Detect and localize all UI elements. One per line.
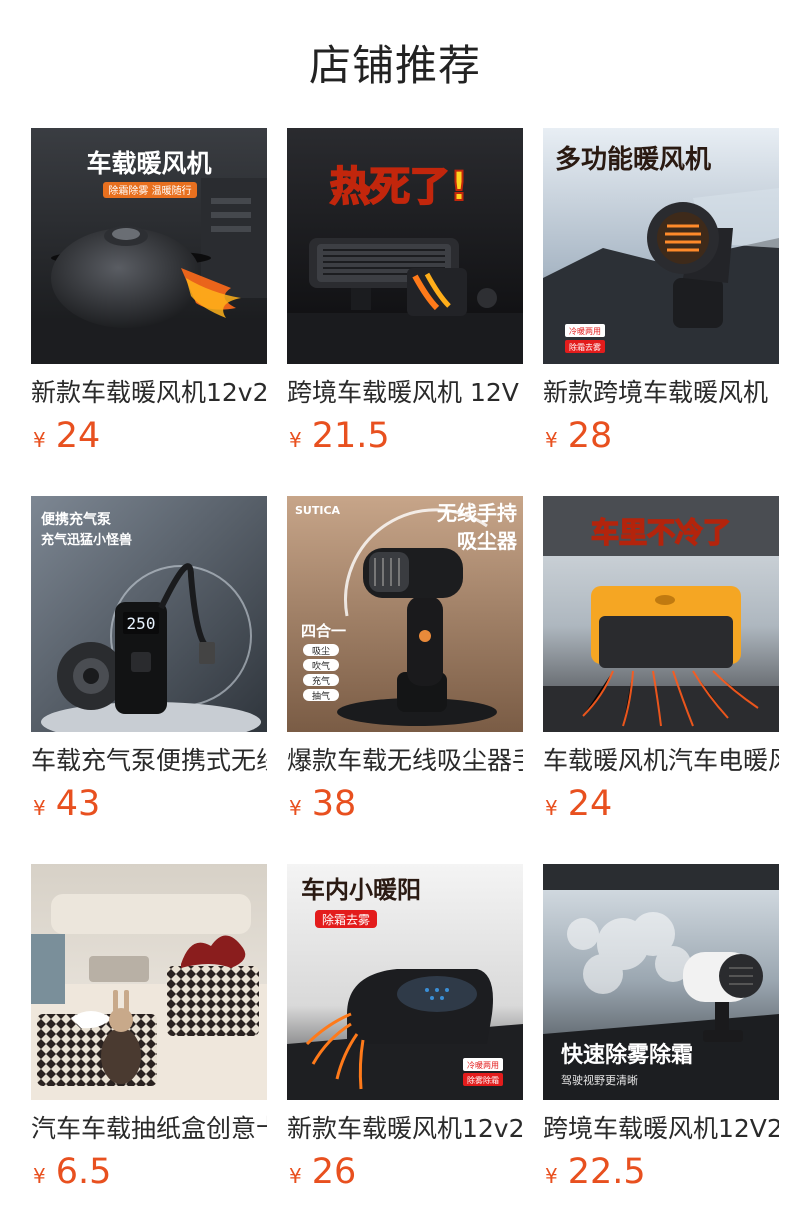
price-value: 43 (55, 784, 101, 824)
product-image-heater[interactable]: 车内小暖阳 除霜去雾 冷暖两用 除雾除霜 (287, 864, 523, 1100)
product-name[interactable]: 新款跨境车载暖风机 (543, 376, 779, 410)
currency-symbol: ¥ (33, 428, 46, 452)
page-title: 店铺推荐 (308, 41, 481, 90)
image-headline: 快速除雾除霜 (561, 1042, 693, 1068)
product-name[interactable]: 跨境车载暖风机 12V (287, 376, 523, 410)
product-name[interactable]: 车载充气泵便携式无线 (31, 744, 267, 778)
currency-symbol: ¥ (289, 1164, 302, 1188)
vacuum-icon: SUTICA 无线手持 吸尘器 四合一 吸尘 吹气 充气 抽气 (287, 496, 523, 732)
image-headline: 多功能暖风机 (555, 144, 711, 175)
product-card[interactable]: 车载暖风机 除霜除雾 温暖随行 新款车载暖风机12v24v ¥24 (31, 128, 267, 456)
price-value: 24 (567, 784, 613, 824)
feature-label: 抽气 (312, 690, 330, 702)
product-image-heater[interactable]: 车里不冷了 (543, 496, 779, 732)
product-card[interactable]: 快速除雾除霜 驾驶视野更清晰 跨境车载暖风机12V24V ¥22.5 (543, 864, 779, 1192)
price-value: 22.5 (567, 1152, 646, 1192)
image-headline: 车载暖风机 (86, 149, 211, 178)
product-grid: 车载暖风机 除霜除雾 温暖随行 新款车载暖风机12v24v ¥24 (31, 128, 790, 1192)
image-tag: 四合一 (301, 622, 346, 640)
image-headline: 车内小暖阳 (301, 876, 421, 904)
price-value: 6.5 (55, 1152, 112, 1192)
image-headline: 车里不冷了 (591, 516, 731, 549)
product-name[interactable]: 跨境车载暖风机12V24V (543, 1112, 779, 1146)
price-value: 24 (55, 416, 101, 456)
product-price: ¥24 (545, 784, 612, 824)
product-card[interactable]: 热死了! 跨境车载暖风机 12V ¥21.5 (287, 128, 523, 456)
product-price: ¥26 (289, 1152, 356, 1192)
product-image-heater[interactable]: 冷暖两用 除霜去雾 多功能暖风机 (543, 128, 779, 364)
product-name[interactable]: 新款车载暖风机12v24v (287, 1112, 523, 1146)
feature-label: 充气 (312, 675, 330, 687)
heater-icon: 快速除雾除霜 驾驶视野更清晰 (543, 864, 779, 1100)
price-value: 21.5 (311, 416, 390, 456)
product-image-heater[interactable]: 热死了! (287, 128, 523, 364)
image-tag: 充气迅猛小怪兽 (41, 532, 132, 548)
image-headline-2: 吸尘器 (457, 529, 518, 553)
product-price: ¥6.5 (33, 1152, 111, 1192)
product-image-heater[interactable]: 车载暖风机 除霜除雾 温暖随行 (31, 128, 267, 364)
tissue-box-icon (31, 864, 267, 1100)
image-tag: 驾驶视野更清晰 (561, 1073, 638, 1087)
image-tag: 除霜除雾 温暖随行 (108, 184, 191, 197)
currency-symbol: ¥ (33, 796, 46, 820)
price-value: 26 (311, 1152, 357, 1192)
product-price: ¥43 (33, 784, 100, 824)
product-image-air-pump[interactable]: 250 便携充气泵 充气迅猛小怪兽 (31, 496, 267, 732)
image-headline: 无线手持 (437, 501, 517, 525)
product-name[interactable]: 爆款车载无线吸尘器手持 (287, 744, 523, 778)
heater-icon: 车内小暖阳 除霜去雾 冷暖两用 除雾除霜 (287, 864, 523, 1100)
currency-symbol: ¥ (289, 796, 302, 820)
product-price: ¥22.5 (545, 1152, 646, 1192)
product-card[interactable]: 250 便携充气泵 充气迅猛小怪兽 车载充气泵便携式无线 ¥43 (31, 496, 267, 824)
product-name[interactable]: 车载暖风机汽车电暖风 (543, 744, 779, 778)
image-tag: 除霜去雾 (322, 912, 370, 927)
air-pump-icon: 250 便携充气泵 充气迅猛小怪兽 (31, 496, 267, 732)
product-price: ¥24 (33, 416, 100, 456)
product-price: ¥21.5 (289, 416, 390, 456)
product-card[interactable]: 车里不冷了 车载暖风机汽车电暖风 ¥24 (543, 496, 779, 824)
image-headline: 便携充气泵 (41, 511, 111, 528)
heater-icon: 车载暖风机 除霜除雾 温暖随行 (31, 128, 267, 364)
currency-symbol: ¥ (545, 1164, 558, 1188)
product-image-vacuum[interactable]: SUTICA 无线手持 吸尘器 四合一 吸尘 吹气 充气 抽气 (287, 496, 523, 732)
product-card[interactable]: 车内小暖阳 除霜去雾 冷暖两用 除雾除霜 新款车载暖风机12v24v ¥26 (287, 864, 523, 1192)
product-name[interactable]: 新款车载暖风机12v24v (31, 376, 267, 410)
currency-symbol: ¥ (33, 1164, 46, 1188)
currency-symbol: ¥ (289, 428, 302, 452)
product-price: ¥38 (289, 784, 356, 824)
product-name[interactable]: 汽车车载抽纸盒创意卡通 (31, 1112, 267, 1146)
product-card[interactable]: 汽车车载抽纸盒创意卡通 ¥6.5 (31, 864, 267, 1192)
product-price: ¥28 (545, 416, 612, 456)
heater-icon: 车里不冷了 (543, 496, 779, 732)
image-tag-2: 冷暖两用 (467, 1060, 499, 1070)
product-image-heater[interactable]: 快速除雾除霜 驾驶视野更清晰 (543, 864, 779, 1100)
image-tag: 冷暖两用 (569, 326, 601, 336)
pump-display: 250 (127, 614, 156, 633)
currency-symbol: ¥ (545, 796, 558, 820)
brand-logo: SUTICA (295, 504, 341, 517)
heater-icon: 冷暖两用 除霜去雾 多功能暖风机 (543, 128, 779, 364)
image-tag-3: 除雾除霜 (467, 1075, 499, 1085)
image-headline: 热死了! (330, 164, 468, 210)
product-card[interactable]: 冷暖两用 除霜去雾 多功能暖风机 新款跨境车载暖风机 ¥28 (543, 128, 779, 456)
product-image-tissue-box[interactable] (31, 864, 267, 1100)
currency-symbol: ¥ (545, 428, 558, 452)
feature-label: 吸尘 (312, 646, 330, 657)
feature-label: 吹气 (312, 660, 330, 672)
product-card[interactable]: SUTICA 无线手持 吸尘器 四合一 吸尘 吹气 充气 抽气 爆款车载无线吸尘… (287, 496, 523, 824)
price-value: 38 (311, 784, 357, 824)
price-value: 28 (567, 416, 613, 456)
image-tag-2: 除霜去雾 (569, 342, 601, 352)
heater-icon: 热死了! (287, 128, 523, 364)
